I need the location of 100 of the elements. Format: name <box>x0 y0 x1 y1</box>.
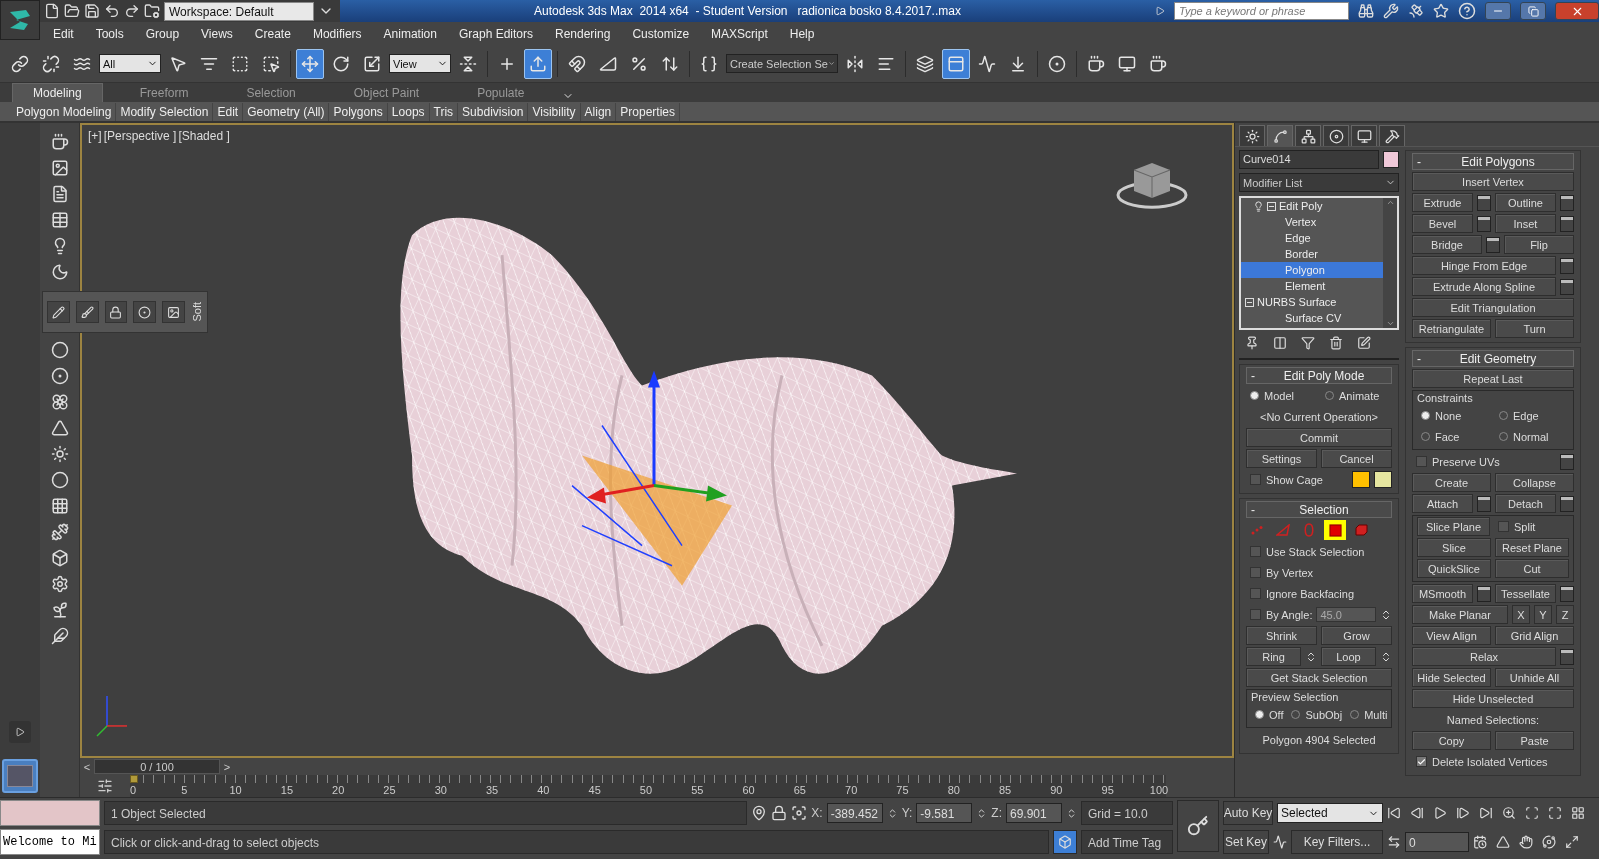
command-button[interactable]: Cancel <box>1321 449 1392 468</box>
command-button[interactable]: Cut <box>1495 559 1569 578</box>
coordinate-field[interactable]: -389.452 <box>826 803 883 823</box>
stack-item[interactable]: Edge <box>1241 230 1383 246</box>
menu-item[interactable]: Help <box>778 26 826 41</box>
ribbon-panel-tab[interactable]: Modify Selection <box>116 102 214 121</box>
menu-item[interactable]: Views <box>190 26 244 41</box>
command-button[interactable]: Flip <box>1504 235 1574 254</box>
ribbon-panel-tab[interactable]: Loops <box>387 102 430 121</box>
stack-item[interactable]: Surface CV <box>1241 310 1383 326</box>
command-button[interactable]: Inset <box>1495 214 1556 233</box>
stack-item[interactable]: Edit Poly <box>1241 198 1383 214</box>
axis-button[interactable]: Z <box>1556 605 1574 624</box>
viewport-label[interactable]: [Shaded ] <box>178 129 230 143</box>
listener-field[interactable]: Welcome to Mi <box>0 829 100 855</box>
timeline-ruler[interactable]: 0 5 10 15 20 25 30 35 40 45 50 55 60 65 70 75 80 85 90 95 100 <box>130 775 1166 797</box>
ribbon-tab[interactable]: Freeform <box>118 83 210 102</box>
command-button[interactable]: Loop <box>1321 647 1376 666</box>
ribbon-panel-tab[interactable]: Polygon Modeling <box>12 102 117 121</box>
ribbon-panel-tab[interactable]: Visibility <box>528 102 581 121</box>
command-button[interactable]: Attach <box>1412 494 1473 513</box>
command-button[interactable]: Edit Triangulation <box>1412 298 1574 317</box>
stack-item[interactable]: NURBS Surface <box>1241 294 1383 310</box>
time-tag-field[interactable]: Add Time Tag <box>1081 830 1173 854</box>
viewport-label[interactable]: [Perspective ] <box>103 129 177 143</box>
rollout-header[interactable]: - Edit Geometry <box>1412 350 1574 367</box>
menu-item[interactable]: Customize <box>621 26 701 41</box>
axis-button[interactable]: X <box>1512 605 1530 624</box>
command-button[interactable]: QuickSlice <box>1417 559 1491 578</box>
command-button[interactable]: Unhide All <box>1495 668 1574 687</box>
command-button[interactable]: Bevel <box>1412 214 1473 233</box>
ribbon-panel-tab[interactable]: Edit <box>213 102 244 121</box>
command-button[interactable]: Turn <box>1495 319 1574 338</box>
next-frame-button[interactable]: > <box>220 759 234 774</box>
command-button[interactable]: Insert Vertex <box>1412 172 1574 191</box>
search-field[interactable]: Type a keyword or phrase <box>1174 2 1349 20</box>
command-button[interactable]: Copy <box>1412 731 1491 750</box>
menu-item[interactable]: MAXScript <box>700 26 779 41</box>
ribbon-tab[interactable]: Populate <box>456 83 546 102</box>
command-button[interactable]: Grow <box>1321 626 1392 645</box>
ribbon-panel-tab[interactable]: Subdivision <box>458 102 529 121</box>
command-button[interactable]: Slice <box>1417 538 1491 557</box>
command-button[interactable]: Hinge From Edge <box>1412 256 1556 275</box>
stack-item[interactable]: Polygon <box>1241 262 1383 278</box>
ribbon-panel-tab[interactable]: Polygons <box>329 102 388 121</box>
rollout-header[interactable]: - Edit Poly Mode <box>1246 367 1392 384</box>
toolbar-dropdown[interactable]: Create Selection Se <box>726 54 838 73</box>
menu-item[interactable]: Create <box>243 26 302 41</box>
command-button[interactable]: Retriangulate <box>1412 319 1491 338</box>
command-button[interactable]: Relax <box>1412 647 1556 666</box>
command-button[interactable]: Extrude <box>1412 193 1473 212</box>
command-button[interactable]: Hide Selected <box>1412 668 1491 687</box>
menu-item[interactable]: Rendering <box>544 26 622 41</box>
key-mode-dropdown[interactable]: Selected <box>1277 803 1383 823</box>
object-name-field[interactable]: Curve014 <box>1239 150 1379 169</box>
command-button[interactable]: Paste <box>1495 731 1574 750</box>
ribbon-panel-tab[interactable]: Geometry (All) <box>243 102 330 121</box>
set-key-mode-button[interactable]: Set Key <box>1223 830 1269 854</box>
command-button[interactable]: Shrink <box>1246 626 1317 645</box>
menu-item[interactable]: Edit <box>42 26 85 41</box>
rollout-header[interactable]: - Edit Polygons <box>1412 153 1574 170</box>
stack-item[interactable]: Border <box>1241 246 1383 262</box>
auto-key-button[interactable]: Auto Key <box>1223 801 1273 825</box>
command-button[interactable]: Grid Align <box>1495 626 1574 645</box>
command-button[interactable]: Settings <box>1246 449 1317 468</box>
key-filters-button[interactable]: Key Filters... <box>1291 830 1383 854</box>
command-button[interactable]: MSmooth <box>1412 584 1473 603</box>
command-button[interactable]: Detach <box>1495 494 1556 513</box>
stack-item[interactable]: Vertex <box>1241 214 1383 230</box>
stack-item[interactable]: Element <box>1241 278 1383 294</box>
workspace-dropdown[interactable]: Workspace: Default <box>164 1 314 21</box>
toolbar-dropdown[interactable]: All <box>99 54 161 73</box>
ribbon-panel-tab[interactable]: Properties <box>616 102 680 121</box>
command-button[interactable]: Ring <box>1246 647 1301 666</box>
command-button[interactable]: View Align <box>1412 626 1491 645</box>
menu-item[interactable]: Graph Editors <box>447 26 544 41</box>
command-button[interactable]: Extrude Along Spline <box>1412 277 1556 296</box>
axis-button[interactable]: Y <box>1534 605 1552 624</box>
toolbar-dropdown[interactable]: View <box>389 54 451 73</box>
command-button[interactable]: Tessellate <box>1495 584 1556 603</box>
current-frame-field[interactable]: 0 <box>1405 832 1469 852</box>
ribbon-tab[interactable]: Modeling <box>12 83 103 102</box>
coordinate-field[interactable]: -9.581 <box>916 803 973 823</box>
coordinate-field[interactable]: 69.901 <box>1006 803 1062 823</box>
command-button[interactable]: Reset Plane <box>1495 538 1569 557</box>
command-button[interactable]: Collapse <box>1495 473 1574 492</box>
menu-item[interactable]: Group <box>134 26 191 41</box>
command-button[interactable]: Bridge <box>1412 235 1482 254</box>
ribbon-panel-tab[interactable]: Tris <box>429 102 459 121</box>
command-button[interactable]: Slice Plane <box>1417 517 1490 536</box>
ribbon-tab[interactable]: Object Paint <box>332 83 441 102</box>
command-button[interactable]: Make Planar <box>1412 605 1508 624</box>
command-button[interactable]: Get Stack Selection <box>1246 668 1392 687</box>
modifier-list-dropdown[interactable]: Modifier List <box>1239 173 1399 192</box>
rollout-header[interactable]: - Selection <box>1246 501 1392 518</box>
ribbon-tab[interactable]: Selection <box>225 83 317 102</box>
viewport-label[interactable]: [+] <box>88 129 102 143</box>
command-button[interactable]: Hide Unselected <box>1412 689 1574 708</box>
command-button[interactable]: Outline <box>1495 193 1556 212</box>
time-slider-thumb[interactable]: 0 / 100 <box>94 759 220 774</box>
